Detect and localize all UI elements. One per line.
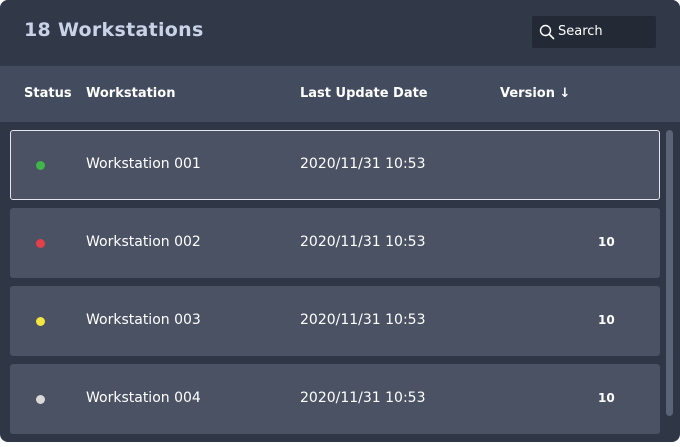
version-value: 10 — [598, 313, 615, 327]
column-header-status[interactable]: Status — [24, 86, 72, 101]
column-header-last-update[interactable]: Last Update Date — [300, 86, 428, 101]
last-update-date: 2020/11/31 10:53 — [300, 312, 426, 328]
scrollbar-thumb[interactable] — [666, 130, 673, 416]
column-header-version[interactable]: Version ↓ — [500, 86, 570, 101]
search-label: Search — [558, 24, 603, 39]
workstation-name: Workstation 003 — [86, 312, 201, 328]
column-header-workstation[interactable]: Workstation — [86, 86, 175, 101]
table-row[interactable]: Workstation 004 2020/11/31 10:53 10 — [10, 364, 660, 434]
status-indicator — [36, 161, 45, 170]
status-indicator — [36, 395, 45, 404]
table-row[interactable]: Workstation 001 2020/11/31 10:53 — [10, 130, 660, 200]
panel-header: 18 Workstations Search — [0, 0, 680, 66]
last-update-date: 2020/11/31 10:53 — [300, 390, 426, 406]
status-indicator — [36, 239, 45, 248]
status-indicator — [36, 317, 45, 326]
version-value: 10 — [598, 235, 615, 249]
workstation-name: Workstation 001 — [86, 156, 201, 172]
last-update-date: 2020/11/31 10:53 — [300, 234, 426, 250]
workstation-name: Workstation 002 — [86, 234, 201, 250]
search-button[interactable]: Search — [532, 16, 656, 48]
table-row[interactable]: Workstation 002 2020/11/31 10:53 10 — [10, 208, 660, 278]
table-header: Status Workstation Last Update Date Vers… — [0, 66, 680, 122]
version-value: 10 — [598, 391, 615, 405]
search-icon — [539, 24, 555, 40]
page-title: 18 Workstations — [24, 19, 204, 41]
workstations-panel: 18 Workstations Search Status Workstatio… — [0, 0, 680, 442]
workstation-name: Workstation 004 — [86, 390, 201, 406]
table-row[interactable]: Workstation 003 2020/11/31 10:53 10 — [10, 286, 660, 356]
last-update-date: 2020/11/31 10:53 — [300, 156, 426, 172]
